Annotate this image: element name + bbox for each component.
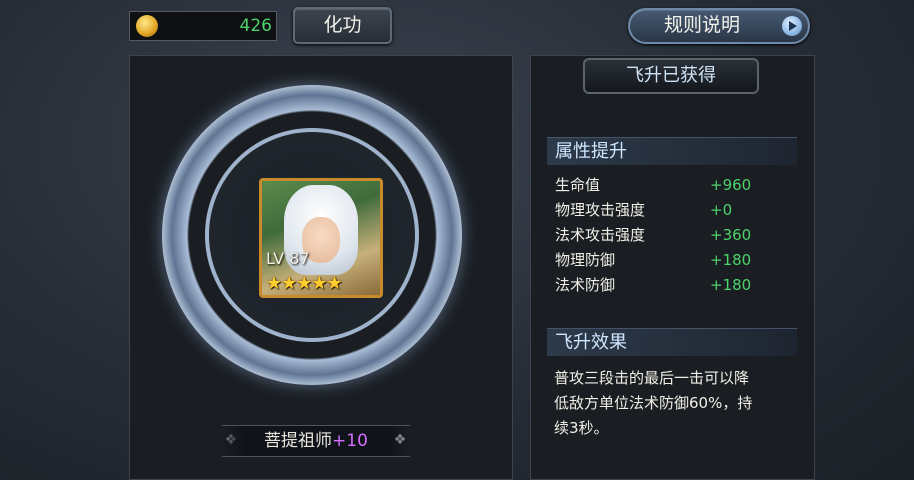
effect-line: 普攻三段击的最后一击可以降 [554, 369, 750, 387]
stat-value: +360 [710, 226, 752, 244]
stat-name: 法术防御 [555, 276, 616, 294]
right-ornament-icon: ❖ [393, 432, 407, 448]
effect-description: 普攻三段击的最后一击可以降 低敌方单位法术防御60%，持 续3秒。 [554, 366, 786, 441]
hero-name-plate: 菩提祖师+10 [222, 425, 410, 457]
stat-value: +180 [710, 276, 752, 294]
stat-name: 物理攻击强度 [555, 201, 646, 219]
star-rating: ★★★★★ [266, 273, 343, 294]
stat-name: 物理防御 [555, 251, 616, 269]
stats-list: 生命值 +960 物理攻击强度 +0 法术攻击强度 +360 物理防御 +180… [547, 173, 797, 298]
effect-section-title: 飞升效果 [547, 328, 797, 356]
stat-value: +0 [710, 201, 733, 219]
stat-row: 生命值 +960 [547, 173, 797, 198]
stat-name: 生命值 [555, 176, 601, 194]
stat-row: 物理攻击强度 +0 [547, 198, 797, 223]
effect-line: 低敌方单位法术防御60%，持 [554, 394, 753, 412]
stat-value: +180 [710, 251, 752, 269]
effect-line: 续3秒。 [554, 419, 609, 437]
hero-portrait[interactable]: LV 87 ★★★★★ [259, 178, 383, 298]
play-arrow-icon [782, 16, 802, 36]
stat-value: +960 [710, 176, 752, 194]
rules-button[interactable]: 规则说明 [628, 8, 810, 44]
attr-section-title: 属性提升 [547, 137, 797, 165]
stat-row: 法术防御 +180 [547, 273, 797, 298]
hero-name-plus: +10 [332, 431, 368, 451]
hero-level: LV 87 [266, 249, 310, 268]
hero-name: 菩提祖师 [264, 431, 333, 451]
rules-label: 规则说明 [664, 14, 741, 36]
gold-value: 426 [239, 16, 272, 36]
huagong-button[interactable]: 化功 [293, 7, 392, 44]
stat-name: 法术攻击强度 [555, 226, 646, 244]
ascension-banner: 飞升已获得 [583, 58, 759, 94]
stat-row: 物理防御 +180 [547, 248, 797, 273]
gold-coin-icon [136, 15, 158, 37]
stat-row: 法术攻击强度 +360 [547, 223, 797, 248]
gold-counter: 426 [129, 11, 277, 41]
